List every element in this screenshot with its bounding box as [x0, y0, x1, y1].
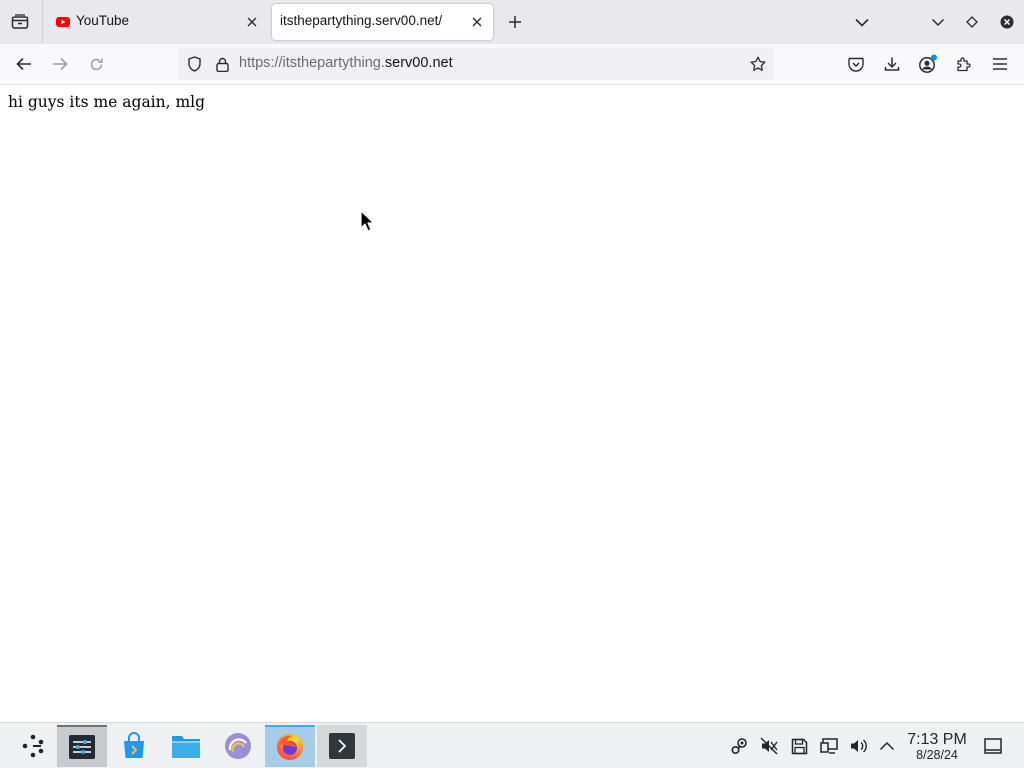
show-desktop-icon	[984, 738, 1002, 754]
minimize-icon	[931, 18, 945, 26]
tab-active-page[interactable]: itsthepartything.serv00.net/	[272, 4, 493, 40]
clock-date: 8/28/24	[916, 748, 958, 762]
tab-strip: YouTube itsthepartything.serv00.net/	[0, 0, 1024, 44]
tray-storage[interactable]	[788, 735, 810, 757]
forward-button[interactable]	[44, 48, 76, 80]
taskbar-file-manager[interactable]	[161, 725, 211, 767]
tray-steam[interactable]	[728, 735, 750, 757]
digital-clock[interactable]: 7:13 PM 8/28/24	[904, 731, 970, 762]
taskbar: 7:13 PM 8/28/24	[0, 722, 1024, 768]
url-text: https://itsthepartything.serv00.net	[239, 55, 453, 71]
taskbar-system-settings[interactable]	[57, 725, 107, 767]
tab-title: YouTube	[76, 13, 130, 28]
close-window-icon	[1000, 15, 1014, 29]
close-icon	[472, 17, 482, 27]
close-tab-button[interactable]	[467, 12, 487, 32]
minimize-button[interactable]	[926, 6, 950, 38]
reload-icon	[90, 58, 103, 70]
tab-separator	[42, 0, 43, 44]
downloads-button[interactable]	[876, 48, 908, 80]
account-button[interactable]	[912, 48, 944, 80]
plus-icon	[509, 16, 521, 28]
pocket-button[interactable]	[840, 48, 872, 80]
puzzle-icon	[957, 57, 971, 72]
taskbar-firefox[interactable]	[265, 725, 315, 767]
download-icon	[884, 57, 900, 71]
pocket-icon	[848, 57, 864, 72]
chevron-down-icon	[855, 18, 869, 27]
file-manager-icon	[172, 736, 200, 758]
lock-icon	[215, 57, 229, 72]
close-icon	[247, 17, 257, 27]
hamburger-menu-icon	[993, 58, 1007, 70]
shield-icon	[187, 56, 201, 72]
forward-arrow-icon	[53, 57, 68, 71]
back-button[interactable]	[8, 48, 40, 80]
mouse-cursor-icon	[360, 210, 374, 232]
taskbar-krunner[interactable]	[213, 725, 263, 767]
taskbar-terminal[interactable]	[317, 725, 367, 767]
launcher-icon	[22, 734, 44, 758]
application-launcher-button[interactable]	[8, 725, 58, 767]
steam-icon	[731, 738, 747, 755]
display-icon	[820, 738, 838, 754]
tracking-protection-button[interactable]	[184, 54, 204, 74]
mute-icon	[760, 737, 778, 755]
youtube-icon	[56, 17, 70, 27]
tab-youtube[interactable]: YouTube	[48, 4, 268, 40]
close-tab-button[interactable]	[242, 12, 262, 32]
volume-icon	[851, 739, 867, 753]
tray-microphone-muted[interactable]	[758, 735, 780, 757]
krunner-icon	[225, 733, 251, 759]
url-prefix: https://itsthepartything.	[239, 55, 385, 71]
tab-list-button[interactable]	[4, 6, 36, 38]
clock-time: 7:13 PM	[907, 731, 967, 748]
tray-volume[interactable]	[848, 735, 870, 757]
maximize-button[interactable]	[960, 6, 984, 38]
show-desktop-button[interactable]	[982, 735, 1004, 757]
site-info-button[interactable]	[212, 54, 232, 74]
close-window-button[interactable]	[994, 6, 1020, 38]
star-icon	[750, 56, 766, 71]
maximize-icon	[966, 16, 978, 28]
terminal-icon	[329, 733, 355, 759]
taskbar-discover[interactable]	[109, 725, 159, 767]
discover-store-icon	[124, 732, 144, 758]
extensions-button[interactable]	[948, 48, 980, 80]
page-body-text: hi guys its me again, mlg	[8, 93, 206, 111]
save-icon	[791, 738, 807, 754]
bookmark-button[interactable]	[746, 52, 770, 76]
back-arrow-icon	[16, 57, 31, 71]
expand-tray-icon	[879, 741, 895, 751]
tab-list-icon	[11, 14, 29, 29]
app-menu-button[interactable]	[984, 48, 1016, 80]
tab-title: itsthepartything.serv00.net/	[280, 13, 443, 28]
list-all-tabs-button[interactable]	[848, 6, 876, 38]
new-tab-button[interactable]	[500, 6, 530, 38]
account-icon	[919, 54, 937, 73]
url-host: serv00.net	[384, 55, 453, 71]
url-bar[interactable]: https://itsthepartything.serv00.net	[178, 48, 774, 80]
system-settings-icon	[69, 735, 95, 759]
navigation-toolbar: https://itsthepartything.serv00.net	[0, 44, 1024, 85]
reload-button[interactable]	[80, 48, 112, 80]
tray-show-hidden-button[interactable]	[876, 735, 898, 757]
page-content: hi guys its me again, mlg	[0, 85, 1024, 722]
firefox-icon	[277, 734, 303, 760]
tray-display-config[interactable]	[818, 735, 840, 757]
